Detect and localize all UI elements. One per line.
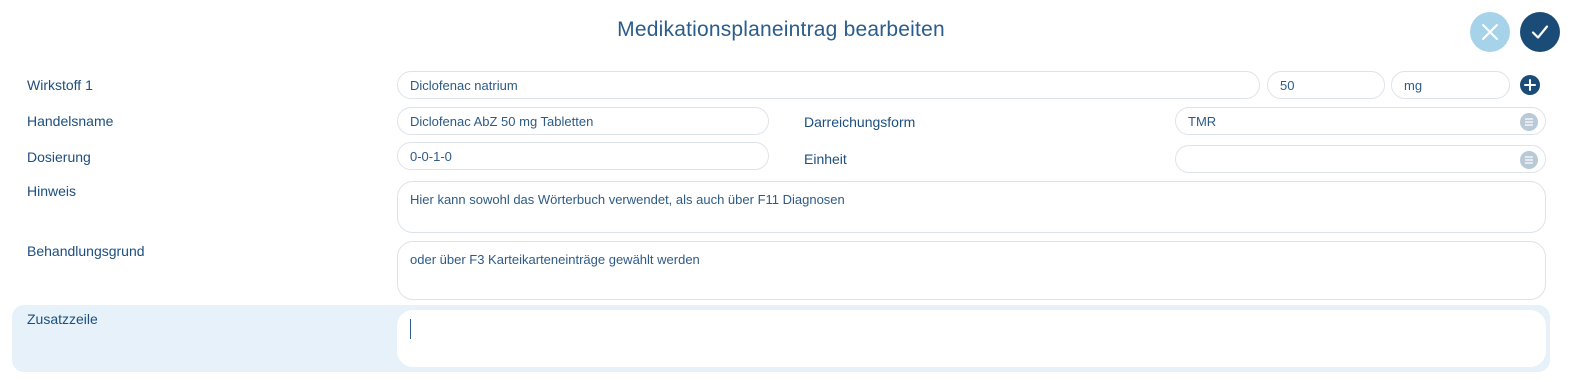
handelsname-value: Diclofenac AbZ 50 mg Tabletten — [410, 113, 594, 129]
dosierung-label: Dosierung — [27, 149, 91, 165]
cancel-button[interactable] — [1470, 12, 1510, 52]
unit-value: mg — [1404, 77, 1423, 93]
confirm-button[interactable] — [1520, 12, 1560, 52]
hinweis-value: Hier kann sowohl das Wörterbuch verwende… — [410, 192, 845, 207]
unit-input[interactable]: mg — [1391, 71, 1510, 99]
handelsname-label: Handelsname — [27, 113, 114, 129]
zusatzzeile-label: Zusatzzeile — [27, 311, 98, 327]
wirkstoff-value: Diclofenac natrium — [410, 77, 518, 93]
amount-value: 50 — [1280, 77, 1295, 93]
handelsname-input[interactable]: Diclofenac AbZ 50 mg Tabletten — [397, 107, 769, 135]
list-icon[interactable] — [1520, 151, 1538, 169]
behandlungsgrund-label: Behandlungsgrund — [27, 243, 145, 259]
darreichungsform-value: TMR — [1188, 113, 1217, 129]
darreichungsform-label: Darreichungsform — [804, 114, 916, 130]
text-cursor — [410, 319, 411, 339]
check-icon — [1531, 25, 1549, 39]
darreichungsform-select[interactable]: TMR — [1175, 107, 1546, 135]
hinweis-textarea[interactable]: Hier kann sowohl das Wörterbuch verwende… — [397, 181, 1546, 233]
list-icon[interactable] — [1520, 113, 1538, 131]
hinweis-label: Hinweis — [27, 183, 77, 199]
plus-icon — [1524, 79, 1536, 91]
behandlungsgrund-textarea[interactable]: oder über F3 Karteikarteneinträge gewähl… — [397, 241, 1546, 300]
close-icon — [1482, 24, 1498, 40]
wirkstoff-label: Wirkstoff 1 — [27, 77, 93, 93]
zusatzzeile-textarea[interactable] — [397, 310, 1546, 367]
dosierung-value: 0-0-1-0 — [410, 148, 452, 164]
page-title: Medikationsplaneintrag bearbeiten — [617, 18, 945, 41]
wirkstoff-input[interactable]: Diclofenac natrium — [397, 71, 1260, 99]
einheit-label: Einheit — [804, 151, 847, 167]
add-wirkstoff-button[interactable] — [1520, 75, 1540, 95]
einheit-select[interactable] — [1175, 145, 1546, 173]
amount-input[interactable]: 50 — [1267, 71, 1385, 99]
behandlungsgrund-value: oder über F3 Karteikarteneinträge gewähl… — [410, 252, 700, 267]
dosierung-input[interactable]: 0-0-1-0 — [397, 142, 769, 170]
